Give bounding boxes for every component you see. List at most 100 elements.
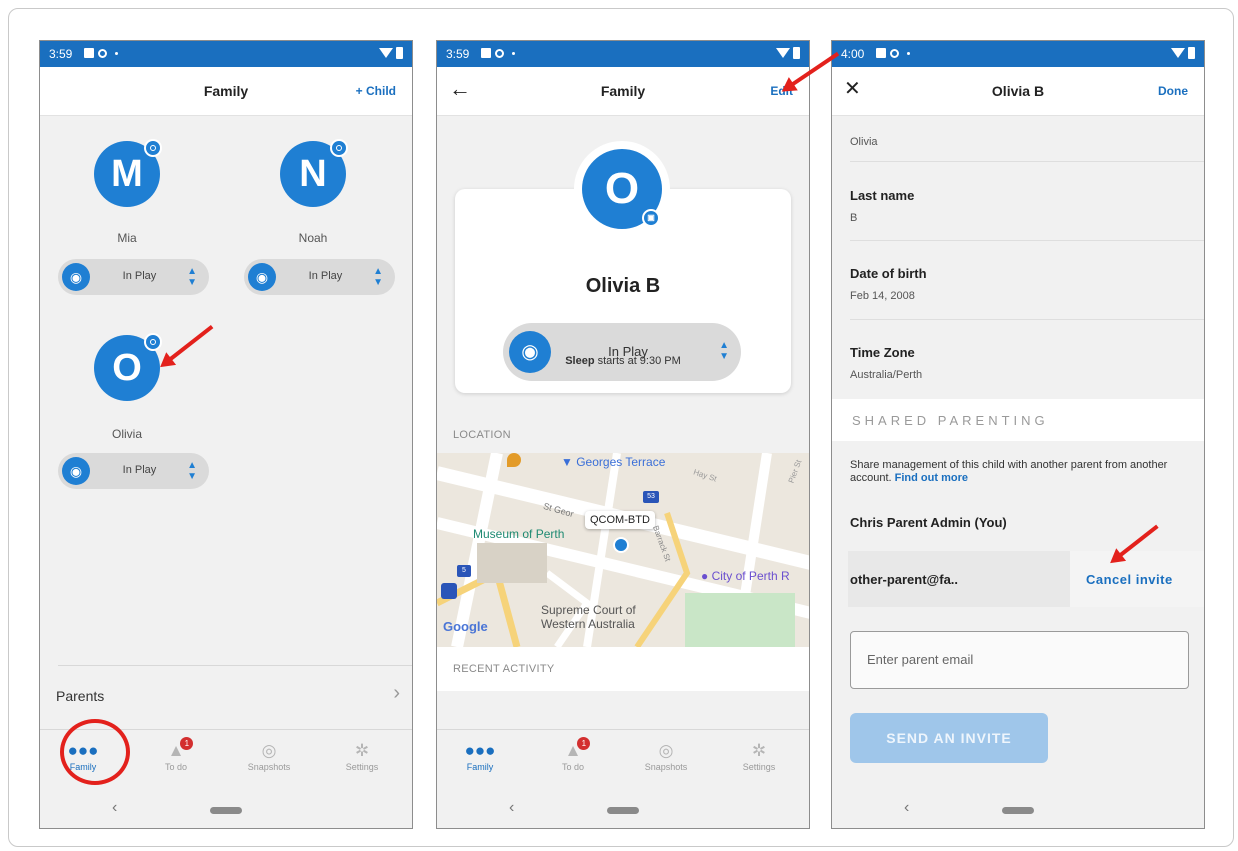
- last-name-label: Last name: [850, 188, 915, 203]
- updown-chevron-icon: ▲ ▼: [373, 266, 383, 288]
- system-back-icon[interactable]: ‹: [509, 799, 514, 817]
- nav-label: Family: [466, 762, 494, 772]
- system-home-pill[interactable]: [607, 807, 639, 814]
- bottom-nav: ●●● Family ▲ 1 To do ◎ Snapshots ✲ Settin…: [437, 729, 809, 792]
- chevron-right-icon: ›: [393, 682, 400, 704]
- page-title: Family: [600, 83, 646, 99]
- nav-snapshots[interactable]: ◎ Snapshots: [626, 740, 706, 772]
- done-button[interactable]: Done: [1158, 84, 1188, 98]
- child-name: Noah: [298, 231, 328, 245]
- child-name: Olivia B: [585, 275, 661, 297]
- sleep-label: Sleep: [565, 355, 595, 367]
- camera-icon[interactable]: ▣: [642, 209, 660, 227]
- app-bar: Family + Child: [40, 67, 412, 116]
- child-name: Olivia: [111, 427, 142, 441]
- route-badge: 53: [643, 491, 659, 503]
- status-bar: 4:00: [832, 41, 1204, 67]
- phone-edit-child: 4:00 ✕ Olivia B Done Olivia Last name B …: [831, 40, 1205, 829]
- child-avatar-mia[interactable]: M: [94, 139, 162, 207]
- add-child-button[interactable]: + Child: [356, 84, 396, 98]
- status-bar: 3:59: [40, 41, 412, 67]
- cancel-invite-label: Cancel invite: [1086, 572, 1173, 587]
- battery-icon: [1188, 47, 1195, 59]
- nav-settings[interactable]: ✲ Settings: [322, 740, 402, 772]
- first-name-value[interactable]: Olivia: [850, 136, 878, 148]
- settings-icon: ✲: [751, 741, 767, 760]
- map-pin-icon[interactable]: [613, 537, 629, 553]
- aperture-icon: ◎: [261, 741, 277, 760]
- map-label-text: City of Perth R: [711, 569, 790, 583]
- gear-icon: [98, 48, 107, 58]
- gear-icon: [890, 48, 899, 58]
- cancel-invite-button[interactable]: Cancel invite: [1070, 551, 1204, 607]
- location-map[interactable]: ▼ Georges Terrace Hay St Pier St St Geor…: [437, 453, 809, 647]
- avatar-initial: M: [111, 153, 143, 195]
- find-out-more-link[interactable]: Find out more: [895, 472, 968, 484]
- battery-icon: [793, 47, 800, 59]
- nav-label: Snapshots: [644, 762, 688, 772]
- divider: [850, 319, 1204, 320]
- nav-label: Settings: [345, 762, 379, 772]
- shared-description: Share management of this child with anot…: [850, 459, 1188, 485]
- status-selector[interactable]: ◉ In Play ▲ ▼: [244, 259, 395, 295]
- send-invite-button[interactable]: SEND AN INVITE: [850, 713, 1048, 763]
- updown-chevron-icon: ▲ ▼: [187, 460, 197, 482]
- nav-todo[interactable]: ▲ 1 To do: [533, 737, 613, 772]
- map-label-museum: Museum of Perth: [473, 527, 565, 541]
- nav-todo[interactable]: ▲ 1 To do: [136, 737, 216, 772]
- map-label-georges: ▼ Georges Terrace: [561, 455, 666, 469]
- recent-activity-header: RECENT ACTIVITY: [437, 647, 809, 691]
- last-name-value[interactable]: B: [850, 212, 857, 224]
- child-avatar-noah[interactable]: N: [280, 139, 348, 207]
- image-icon: [876, 48, 886, 58]
- status-selector[interactable]: ◉ In Play ▲ ▼: [58, 453, 209, 489]
- settings-badge-icon[interactable]: [144, 139, 162, 157]
- status-time: 3:59: [49, 47, 73, 61]
- nav-settings[interactable]: ✲ Settings: [719, 740, 799, 772]
- child-avatar[interactable]: O ▣: [582, 149, 662, 229]
- image-icon: [481, 48, 491, 58]
- avatar-initial: O: [604, 164, 640, 213]
- parents-label: Parents: [56, 688, 105, 704]
- nav-family[interactable]: ●●● Family: [440, 740, 520, 772]
- status-selector[interactable]: ◉ In Play ▲ ▼: [503, 323, 741, 381]
- google-logo: Google: [443, 619, 488, 634]
- gear-icon: [495, 48, 504, 58]
- phone-family-list: 3:59 Family + Child M Mia ◉ In Play ▲ ▼ N…: [39, 40, 413, 829]
- location-label: LOCATION: [453, 429, 511, 441]
- nav-snapshots[interactable]: ◎ Snapshots: [229, 740, 309, 772]
- child-name: Mia: [117, 231, 137, 245]
- bell-icon: ▲ 1: [168, 737, 194, 762]
- system-home-pill[interactable]: [1002, 807, 1034, 814]
- todo-badge: 1: [577, 737, 591, 750]
- avatar-initial: N: [299, 153, 327, 195]
- settings-badge-icon[interactable]: [144, 333, 162, 351]
- status-time: 4:00: [841, 47, 865, 61]
- map-label-text: Georges Terrace: [576, 455, 666, 469]
- nav-label: To do: [561, 762, 585, 772]
- system-back-icon[interactable]: ‹: [904, 799, 909, 817]
- nav-label: To do: [164, 762, 188, 772]
- send-invite-label: SEND AN INVITE: [886, 730, 1012, 746]
- map-label-supreme: Supreme Court of Western Australia: [541, 603, 636, 631]
- map-label-text: Western Australia: [541, 617, 635, 631]
- settings-icon: ✲: [354, 741, 370, 760]
- status-selector[interactable]: ◉ In Play ▲ ▼: [58, 259, 209, 295]
- timezone-value[interactable]: Australia/Perth: [850, 369, 922, 381]
- wifi-icon: [1171, 48, 1185, 58]
- map-label-city: ● City of Perth R: [701, 569, 790, 583]
- annotation-circle: [60, 719, 130, 785]
- system-back-icon[interactable]: ‹: [112, 799, 117, 817]
- parent-email-input[interactable]: Enter parent email: [850, 631, 1189, 689]
- settings-badge-icon[interactable]: [330, 139, 348, 157]
- device-location-label: QCOM-BTD: [585, 511, 655, 529]
- todo-badge: 1: [180, 737, 194, 750]
- map-label-text: Supreme Court of: [541, 603, 636, 617]
- child-avatar-olivia[interactable]: O: [94, 333, 162, 401]
- app-bar: ✕ Olivia B Done: [832, 67, 1204, 116]
- system-home-pill[interactable]: [210, 807, 242, 814]
- dob-value[interactable]: Feb 14, 2008: [850, 290, 915, 302]
- system-nav: ‹: [40, 791, 412, 828]
- dob-label: Date of birth: [850, 266, 927, 281]
- status-bar: 3:59: [437, 41, 809, 67]
